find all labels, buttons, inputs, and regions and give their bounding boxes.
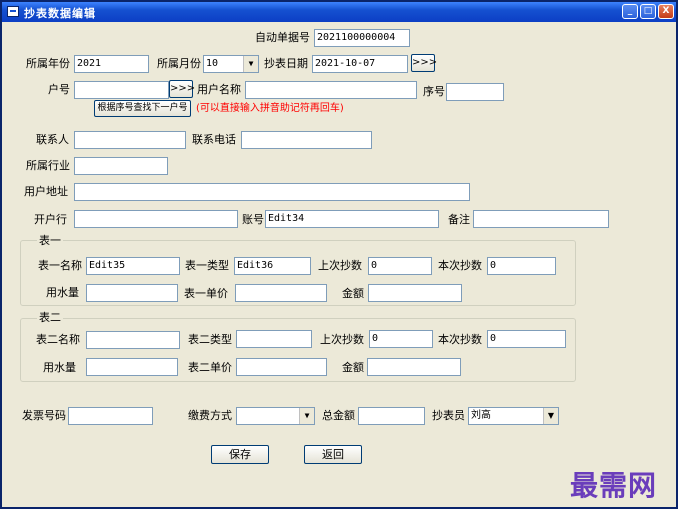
meter2-amount-label: 金额: [342, 361, 364, 374]
address-field[interactable]: [74, 183, 470, 201]
meter2-type-field[interactable]: [236, 330, 312, 348]
payment-label: 缴费方式: [188, 409, 232, 422]
payment-select[interactable]: ▼: [236, 407, 315, 425]
username-label: 用户名称: [197, 83, 241, 96]
username-field[interactable]: [245, 81, 417, 99]
chevron-down-icon[interactable]: ▼: [243, 56, 258, 72]
date-picker-button[interactable]: >>>: [411, 54, 437, 72]
reader-value: 刘高: [471, 410, 491, 421]
auto-no-field[interactable]: 2021100000004: [314, 29, 410, 47]
remark-label: 备注: [448, 213, 470, 226]
month-select[interactable]: 10 ▼: [203, 55, 259, 73]
meter2-current-field[interactable]: 0: [487, 330, 566, 348]
meter1-usage-field[interactable]: [86, 284, 178, 302]
date-label: 抄表日期: [264, 57, 308, 70]
chevron-down-icon[interactable]: ▼: [299, 408, 314, 424]
phone-label: 联系电话: [192, 133, 236, 146]
maximize-button[interactable]: □: [640, 4, 656, 19]
total-field[interactable]: [358, 407, 425, 425]
bank-field[interactable]: [74, 210, 238, 228]
year-label: 所属年份: [26, 57, 70, 70]
minimize-icon: _: [627, 6, 633, 16]
account-lookup-button[interactable]: >>>: [169, 80, 195, 98]
restore-icon: □: [643, 6, 653, 16]
watermark-logo: 最需网: [570, 469, 658, 502]
app-icon: [7, 6, 19, 17]
chevron-down-icon[interactable]: ▼: [543, 408, 558, 424]
total-label: 总金额: [322, 409, 355, 422]
account-field[interactable]: [74, 81, 169, 99]
find-next-button[interactable]: 根据序号查找下一户号: [94, 100, 191, 117]
contact-field[interactable]: [74, 131, 186, 149]
close-icon: X: [662, 6, 670, 16]
meter1-type-field[interactable]: Edit36: [234, 257, 311, 275]
meter1-name-label: 表一名称: [38, 259, 82, 272]
back-button[interactable]: 返回: [304, 445, 362, 464]
meter2-type-label: 表二类型: [188, 333, 232, 346]
close-button[interactable]: X: [658, 4, 674, 19]
meter2-price-field[interactable]: [236, 358, 327, 376]
meter1-type-label: 表一类型: [185, 259, 229, 272]
reader-select[interactable]: 刘高 ▼: [468, 407, 559, 425]
meter1-last-label: 上次抄数: [318, 259, 362, 272]
meter2-usage-field[interactable]: [86, 358, 178, 376]
meter1-last-field[interactable]: 0: [368, 257, 432, 275]
meter2-name-field[interactable]: [86, 331, 180, 349]
meter2-last-field[interactable]: 0: [369, 330, 433, 348]
window-title: 抄表数据编辑: [24, 7, 96, 20]
bank-label: 开户行: [34, 213, 67, 226]
save-button[interactable]: 保存: [211, 445, 269, 464]
industry-field[interactable]: [74, 157, 168, 175]
title-bar[interactable]: 抄表数据编辑 _ □ X: [2, 2, 676, 22]
meter2-last-label: 上次抄数: [320, 333, 364, 346]
meter1-name-field[interactable]: Edit35: [86, 257, 180, 275]
pinyin-hint: (可以直接输入拼音助记符再回车): [196, 103, 344, 114]
meter1-price-label: 表一单价: [184, 287, 228, 300]
acct-no-label: 账号: [242, 213, 264, 226]
year-field[interactable]: 2021: [74, 55, 149, 73]
month-value: 10: [206, 58, 219, 69]
meter1-group-label: 表一: [37, 234, 63, 247]
meter1-current-field[interactable]: 0: [487, 257, 556, 275]
acct-no-field[interactable]: Edit34: [265, 210, 439, 228]
account-label: 户号: [48, 83, 70, 96]
meter1-price-field[interactable]: [235, 284, 327, 302]
address-label: 用户地址: [24, 185, 68, 198]
meter1-amount-label: 金额: [342, 287, 364, 300]
industry-label: 所属行业: [26, 159, 70, 172]
edit-window: 抄表数据编辑 _ □ X 自动单据号 2021100000004 所属年份 20…: [0, 0, 678, 509]
seq-label: 序号: [423, 85, 445, 98]
invoice-label: 发票号码: [22, 409, 66, 422]
meter1-amount-field[interactable]: [368, 284, 462, 302]
meter2-name-label: 表二名称: [36, 333, 80, 346]
phone-field[interactable]: [241, 131, 372, 149]
seq-field[interactable]: [446, 83, 504, 101]
invoice-field[interactable]: [68, 407, 153, 425]
auto-no-label: 自动单据号: [255, 31, 310, 44]
remark-field[interactable]: [473, 210, 609, 228]
reader-label: 抄表员: [432, 409, 465, 422]
meter2-amount-field[interactable]: [367, 358, 461, 376]
contact-label: 联系人: [36, 133, 69, 146]
minimize-button[interactable]: _: [622, 4, 638, 19]
date-field[interactable]: 2021-10-07: [312, 55, 408, 73]
meter1-current-label: 本次抄数: [438, 259, 482, 272]
meter2-current-label: 本次抄数: [438, 333, 482, 346]
month-label: 所属月份: [157, 57, 201, 70]
meter2-group-label: 表二: [37, 311, 63, 324]
meter2-price-label: 表二单价: [188, 361, 232, 374]
meter1-usage-label: 用水量: [46, 286, 79, 299]
meter2-usage-label: 用水量: [43, 361, 76, 374]
